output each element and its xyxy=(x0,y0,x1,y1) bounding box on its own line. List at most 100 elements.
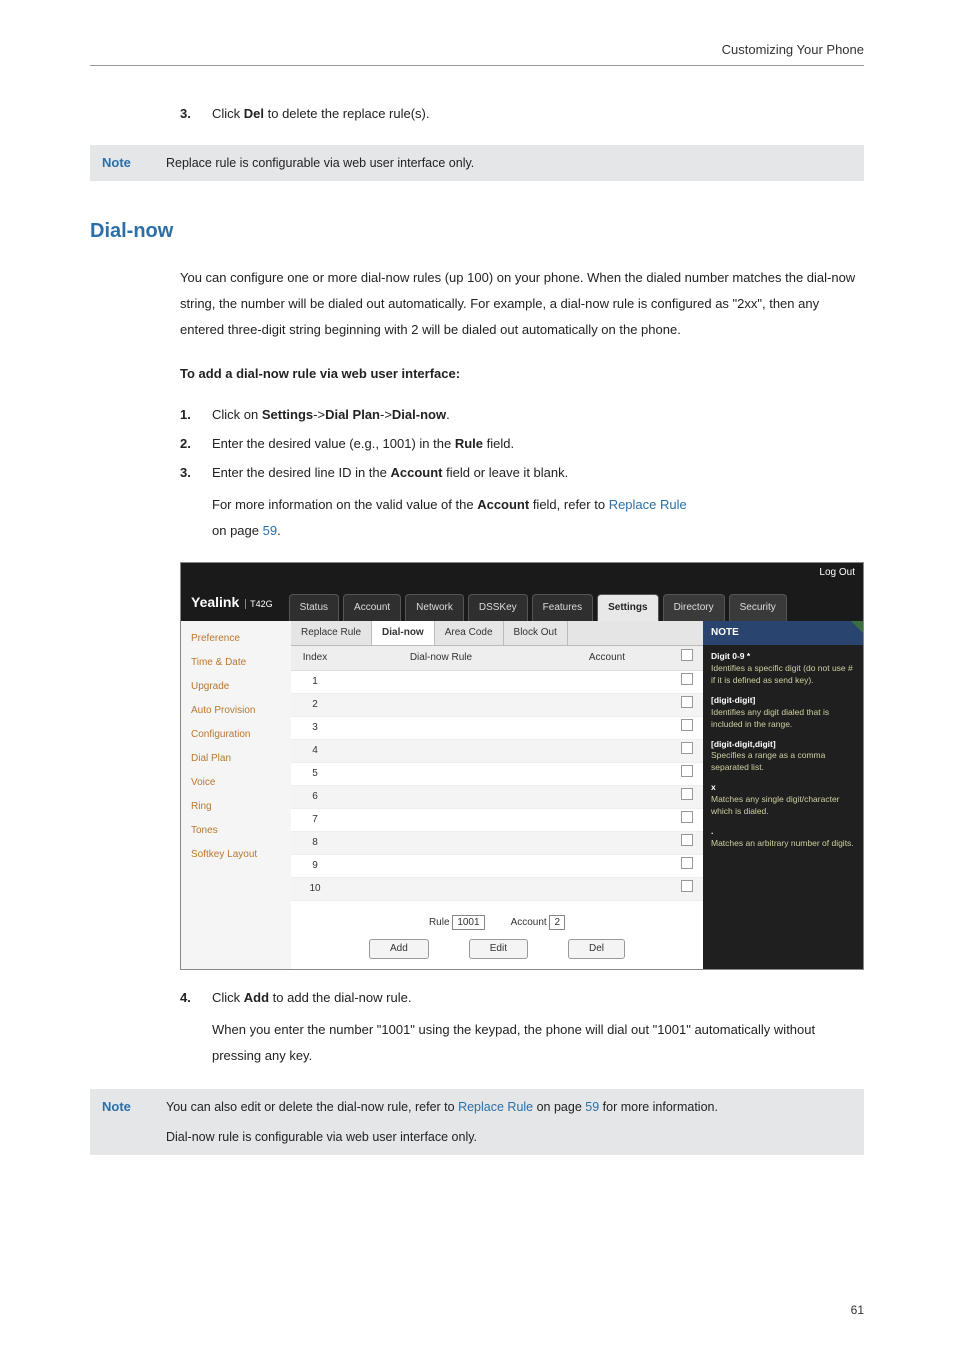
note-label: Note xyxy=(102,153,166,174)
step-1: 1. Click on Settings->Dial Plan->Dial-no… xyxy=(180,405,864,426)
sidebar: Preference Time & Date Upgrade Auto Prov… xyxy=(181,621,291,969)
logout-link[interactable]: Log Out xyxy=(819,565,855,581)
tab-dsskey[interactable]: DSSKey xyxy=(468,594,528,621)
text: field, refer to xyxy=(529,497,608,512)
table-row: 4 xyxy=(291,740,703,763)
checkbox[interactable] xyxy=(681,719,693,731)
sidebar-item-time-date[interactable]: Time & Date xyxy=(181,651,291,675)
tab-account[interactable]: Account xyxy=(343,594,401,621)
link-page[interactable]: 59 xyxy=(263,523,277,538)
rule-input[interactable]: 1001 xyxy=(452,915,484,930)
table-row: 8 xyxy=(291,832,703,855)
bold: Add xyxy=(244,990,269,1005)
note-label: Note xyxy=(102,1097,166,1118)
page-number: 61 xyxy=(851,1301,864,1320)
th-account: Account xyxy=(543,646,671,671)
note-item-head: . xyxy=(711,826,855,838)
checkbox[interactable] xyxy=(681,834,693,846)
text: . xyxy=(446,407,450,422)
th-rule: Dial-now Rule xyxy=(339,646,543,671)
checkbox[interactable] xyxy=(681,880,693,892)
checkbox[interactable] xyxy=(681,857,693,869)
note-box: Note Replace rule is configurable via we… xyxy=(90,145,864,182)
checkbox[interactable] xyxy=(681,742,693,754)
bold: Dial-now xyxy=(392,407,446,422)
step-number: 1. xyxy=(180,405,198,426)
link-page[interactable]: 59 xyxy=(585,1100,599,1114)
cell-index: 2 xyxy=(291,694,339,717)
checkbox[interactable] xyxy=(681,696,693,708)
table-row: 10 xyxy=(291,878,703,901)
sidebar-item-voice[interactable]: Voice xyxy=(181,771,291,795)
checkbox[interactable] xyxy=(681,673,693,685)
account-input[interactable]: 2 xyxy=(549,915,565,930)
table-row: 6 xyxy=(291,786,703,809)
logo: Yealink T42G xyxy=(181,583,283,621)
tab-status[interactable]: Status xyxy=(289,594,339,621)
note-item-head: x xyxy=(711,782,855,794)
note-item-head: Digit 0-9 * xyxy=(711,651,855,663)
sidebar-item-upgrade[interactable]: Upgrade xyxy=(181,675,291,699)
sidebar-item-preference[interactable]: Preference xyxy=(181,627,291,651)
sidebar-item-softkey-layout[interactable]: Softkey Layout xyxy=(181,843,291,867)
note-panel: NOTE Digit 0-9 *Identifies a specific di… xyxy=(703,621,863,969)
step-4-sub: When you enter the number "1001" using t… xyxy=(180,1017,864,1069)
sidebar-item-configuration[interactable]: Configuration xyxy=(181,723,291,747)
add-button[interactable]: Add xyxy=(369,939,429,959)
tab-settings[interactable]: Settings xyxy=(597,594,658,621)
subtab-block-out[interactable]: Block Out xyxy=(504,621,568,645)
note-item: .Matches an arbitrary number of digits. xyxy=(711,826,855,850)
table-row: 2 xyxy=(291,694,703,717)
tab-security[interactable]: Security xyxy=(729,594,787,621)
subtab-replace-rule[interactable]: Replace Rule xyxy=(291,621,372,645)
sidebar-item-ring[interactable]: Ring xyxy=(181,795,291,819)
th-index: Index xyxy=(291,646,339,671)
text: -> xyxy=(380,407,392,422)
del-button[interactable]: Del xyxy=(568,939,625,959)
bold: Rule xyxy=(455,436,483,451)
tab-features[interactable]: Features xyxy=(532,594,593,621)
sidebar-item-dial-plan[interactable]: Dial Plan xyxy=(181,747,291,771)
sidebar-item-tones[interactable]: Tones xyxy=(181,819,291,843)
note-item: Digit 0-9 *Identifies a specific digit (… xyxy=(711,651,855,687)
cell-index: 10 xyxy=(291,878,339,901)
cell-index: 6 xyxy=(291,786,339,809)
text: on page xyxy=(212,523,263,538)
edit-button[interactable]: Edit xyxy=(469,939,528,959)
step-number: 4. xyxy=(180,988,198,1009)
note-item-text: Matches any single digit/character which… xyxy=(711,794,855,818)
checkbox[interactable] xyxy=(681,765,693,777)
checkbox-all[interactable] xyxy=(681,649,693,661)
tab-directory[interactable]: Directory xyxy=(663,594,725,621)
note-item-head: [digit-digit] xyxy=(711,695,855,707)
checkbox[interactable] xyxy=(681,788,693,800)
text: . xyxy=(277,523,281,538)
note-item-text: Identifies a specific digit (do not use … xyxy=(711,663,855,687)
text: Enter the desired line ID in the xyxy=(212,465,391,480)
note-item-head: [digit-digit,digit] xyxy=(711,739,855,751)
note-item: [digit-digit,digit]Specifies a range as … xyxy=(711,739,855,775)
step-3-sub: For more information on the valid value … xyxy=(180,492,864,544)
checkbox[interactable] xyxy=(681,811,693,823)
subtab-area-code[interactable]: Area Code xyxy=(435,621,504,645)
link-replace-rule[interactable]: Replace Rule xyxy=(458,1100,533,1114)
text: Enter the desired value (e.g., 1001) in … xyxy=(212,436,455,451)
cell-index: 1 xyxy=(291,671,339,694)
cell-index: 9 xyxy=(291,855,339,878)
tab-network[interactable]: Network xyxy=(405,594,464,621)
link-replace-rule[interactable]: Replace Rule xyxy=(609,497,687,512)
step-2: 2. Enter the desired value (e.g., 1001) … xyxy=(180,434,864,455)
sidebar-item-auto-provision[interactable]: Auto Provision xyxy=(181,699,291,723)
cell-index: 8 xyxy=(291,832,339,855)
note-item: xMatches any single digit/character whic… xyxy=(711,782,855,818)
step-4: 4. Click Add to add the dial-now rule. xyxy=(180,988,864,1009)
note-panel-head: NOTE xyxy=(703,621,863,645)
cell-index: 7 xyxy=(291,809,339,832)
text: to add the dial-now rule. xyxy=(269,990,411,1005)
subtab-dial-now[interactable]: Dial-now xyxy=(372,621,435,645)
bold: Account xyxy=(477,497,529,512)
bold: Dial Plan xyxy=(325,407,380,422)
cell-index: 4 xyxy=(291,740,339,763)
text: You can also edit or delete the dial-now… xyxy=(166,1100,458,1114)
step-3: 3. Enter the desired line ID in the Acco… xyxy=(180,463,864,484)
